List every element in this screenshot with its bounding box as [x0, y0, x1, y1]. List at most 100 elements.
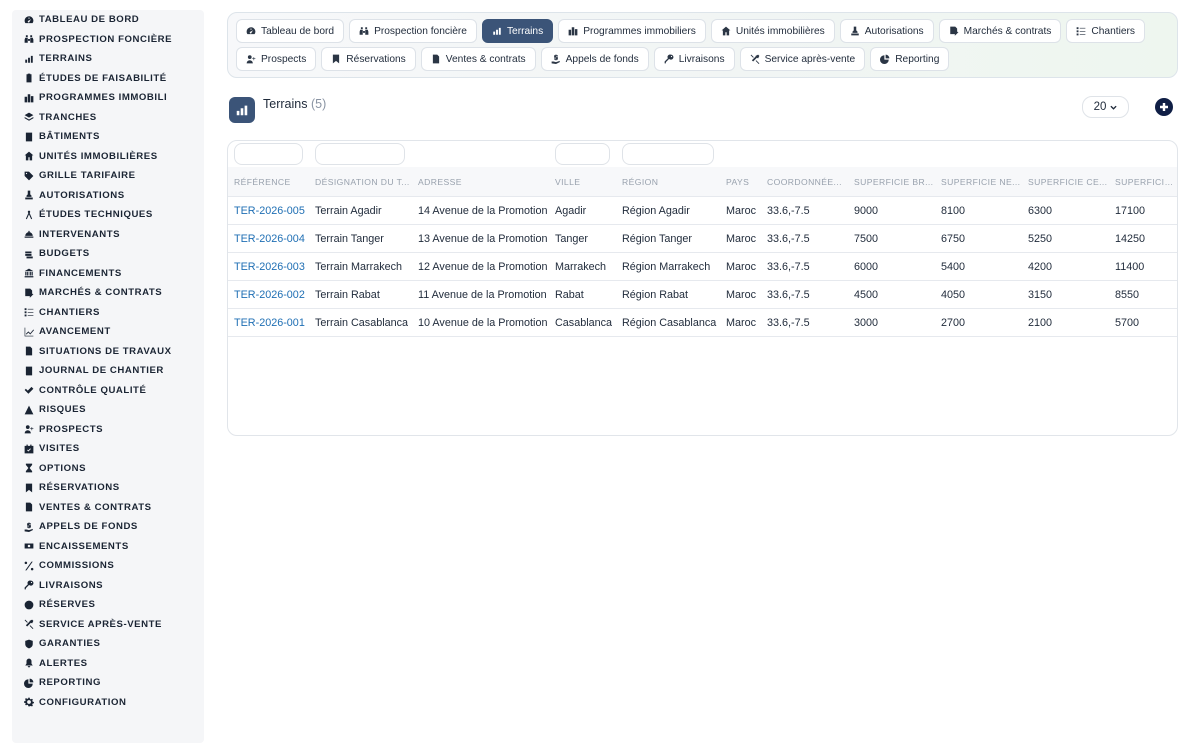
file-signature-icon: [949, 26, 959, 36]
table-cell: 4050: [941, 289, 966, 301]
column-header-6[interactable]: Coordonnée...: [767, 167, 847, 197]
reference-link[interactable]: TER-2026-004: [234, 225, 310, 253]
column-header-8[interactable]: Superficie ne...: [941, 167, 1021, 197]
sidebar-item-13[interactable]: Financements: [12, 264, 204, 284]
sidebar-item-26[interactable]: Appels de fonds: [12, 517, 204, 537]
map-pins-icon: [492, 26, 502, 36]
sidebar-item-1[interactable]: Prospection foncière: [12, 30, 204, 50]
sidebar-item-29[interactable]: Livraisons: [12, 576, 204, 596]
sidebar-item-32[interactable]: Garanties: [12, 634, 204, 654]
sidebar-item-33[interactable]: Alertes: [12, 654, 204, 674]
sidebar-item-24[interactable]: Réservations: [12, 478, 204, 498]
record-count: (5): [310, 97, 327, 111]
table-cell: Maroc: [726, 289, 756, 301]
sidebar-item-3[interactable]: Études de faisabilité: [12, 69, 204, 89]
tab-row1-6[interactable]: Marchés & contrats: [938, 19, 1062, 43]
tab-row2-6[interactable]: Reporting: [870, 47, 950, 71]
sidebar-item-23[interactable]: Options: [12, 459, 204, 479]
column-header-10[interactable]: Superficie c: [1115, 167, 1177, 197]
tab-row1-3[interactable]: Programmes immobiliers: [558, 19, 706, 43]
reference-link[interactable]: TER-2026-002: [234, 281, 310, 309]
reference-link[interactable]: TER-2026-005: [234, 197, 310, 225]
sidebar-item-18[interactable]: Journal de chantier: [12, 361, 204, 381]
sidebar-item-10[interactable]: Études techniques: [12, 205, 204, 225]
sidebar-item-6[interactable]: Bâtiments: [12, 127, 204, 147]
table-row[interactable]: TER-2026-001 Terrain Casablanca 10 Avenue …: [228, 309, 1177, 337]
tab-row1-0[interactable]: Tableau de bord: [236, 19, 345, 43]
sidebar-item-5[interactable]: Tranches: [12, 108, 204, 128]
column-header-2[interactable]: Adresse: [418, 167, 550, 197]
reference-link[interactable]: TER-2026-001: [234, 309, 310, 337]
warning-icon: [24, 405, 34, 415]
sidebar-item-4[interactable]: Programmes immobili: [12, 88, 204, 108]
sidebar-item-25[interactable]: Ventes & contrats: [12, 498, 204, 518]
tab-row2-0[interactable]: Prospects: [236, 47, 317, 71]
sidebar-item-35[interactable]: Configuration: [12, 693, 204, 713]
sidebar-item-11[interactable]: Intervenants: [12, 225, 204, 245]
tab-label: Ventes & contrats: [445, 53, 526, 65]
sidebar-item-14[interactable]: Marchés & contrats: [12, 283, 204, 303]
column-header-1[interactable]: Désignation du t...: [315, 167, 411, 197]
filter-designation-input[interactable]: [315, 143, 405, 165]
column-header-4[interactable]: Région: [622, 167, 722, 197]
sidebar-item-19[interactable]: Contrôle qualité: [12, 381, 204, 401]
sidebar-item-34[interactable]: Reporting: [12, 673, 204, 693]
tab-row1-2[interactable]: Terrains: [481, 19, 554, 43]
percent-icon: [24, 561, 34, 571]
sidebar-item-15[interactable]: Chantiers: [12, 303, 204, 323]
sidebar-item-9[interactable]: Autorisations: [12, 186, 204, 206]
table-row[interactable]: TER-2026-005 Terrain Agadir 14 Avenue de l…: [228, 197, 1177, 225]
reference-link[interactable]: TER-2026-003: [234, 253, 310, 281]
sidebar-item-17[interactable]: Situations de travaux: [12, 342, 204, 362]
tab-row1-1[interactable]: Prospection foncière: [349, 19, 477, 43]
sidebar-item-label: Appels de fonds: [39, 521, 138, 533]
tab-row2-5[interactable]: Service après-vente: [739, 47, 866, 71]
sidebar-item-0[interactable]: Tableau de bord: [12, 10, 204, 30]
sidebar-item-12[interactable]: Budgets: [12, 244, 204, 264]
tab-row1-5[interactable]: Autorisations: [839, 19, 934, 43]
column-header-3[interactable]: Ville: [555, 167, 617, 197]
sidebar-item-label: Unités immobilières: [39, 150, 158, 162]
sidebar-item-21[interactable]: Prospects: [12, 420, 204, 440]
sidebar-item-8[interactable]: Grille tarifaire: [12, 166, 204, 186]
table-row[interactable]: TER-2026-002 Terrain Rabat 11 Avenue de la…: [228, 281, 1177, 309]
column-header-9[interactable]: Superficie ce...: [1028, 167, 1108, 197]
page-size-select[interactable]: 20: [1082, 96, 1129, 118]
sidebar-item-label: Chantiers: [39, 306, 100, 318]
sidebar-item-27[interactable]: Encaissements: [12, 537, 204, 557]
calendar-check-icon: [24, 444, 34, 454]
sidebar-item-2[interactable]: Terrains: [12, 49, 204, 69]
filter-reference-input[interactable]: [234, 143, 303, 165]
table-cell: 17100: [1115, 205, 1146, 217]
add-terrain-button[interactable]: [1155, 98, 1173, 116]
sidebar-item-7[interactable]: Unités immobilières: [12, 147, 204, 167]
sidebar-item-16[interactable]: Avancement: [12, 322, 204, 342]
tab-row2-2[interactable]: Ventes & contrats: [420, 47, 536, 71]
table-cell: 33.6,-7.5: [767, 205, 810, 217]
tab-row1-4[interactable]: Unités immobilières: [710, 19, 835, 43]
sidebar-item-20[interactable]: Risques: [12, 400, 204, 420]
filter-region-input[interactable]: [622, 143, 714, 165]
filter-ville-input[interactable]: [555, 143, 610, 165]
tab-row2-4[interactable]: Livraisons: [653, 47, 735, 71]
table-cell: Terrain Marrakech: [315, 261, 403, 273]
sidebar-item-28[interactable]: Commissions: [12, 556, 204, 576]
column-header-5[interactable]: Pays: [726, 167, 764, 197]
table-cell: Maroc: [726, 233, 756, 245]
compass-drafting-icon: [24, 210, 34, 220]
building-icon: [24, 132, 34, 142]
tab-row1-7[interactable]: Chantiers: [1066, 19, 1146, 43]
table-row[interactable]: TER-2026-003 Terrain Marrakech 12 Avenue d…: [228, 253, 1177, 281]
column-header-0[interactable]: Référence: [234, 167, 310, 197]
column-header-7[interactable]: Superficie br...: [854, 167, 934, 197]
tab-row2-1[interactable]: Réservations: [321, 47, 416, 71]
table-row[interactable]: TER-2026-004 Terrain Tanger 13 Avenue de l…: [228, 225, 1177, 253]
sidebar-item-31[interactable]: Service après-vente: [12, 615, 204, 635]
sidebar-item-label: Encaissements: [39, 540, 129, 552]
table-body: TER-2026-005 Terrain Agadir 14 Avenue de l…: [228, 197, 1177, 337]
tab-row2-3[interactable]: Appels de fonds: [540, 47, 649, 71]
sidebar-item-22[interactable]: Visites: [12, 439, 204, 459]
sidebar-item-30[interactable]: Réserves: [12, 595, 204, 615]
plus-circle-icon: [1160, 103, 1168, 111]
table-cell: Marrakech: [555, 261, 607, 273]
